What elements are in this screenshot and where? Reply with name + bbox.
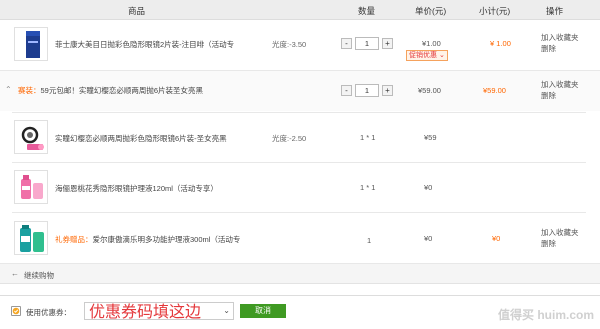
collapse-icon[interactable]: ⌃ — [5, 85, 12, 94]
row-operations: 加入收藏夹 删除 — [541, 32, 579, 54]
bundle-operations: 加入收藏夹 删除 — [541, 79, 579, 101]
promo-dropdown[interactable]: 促销优惠 ⌄ — [406, 50, 448, 61]
add-to-favorites-link[interactable]: 加入收藏夹 — [541, 227, 579, 238]
item-price: ¥59 — [424, 133, 437, 142]
header-goods: 商品 — [128, 6, 146, 16]
gift-row: 礼券赠品：爱尔康傲滴乐明多功能护理液300ml（活动专 1 ¥0 ¥0 加入收藏… — [0, 213, 600, 263]
product-name[interactable]: 菲士康大美目日抛彩色隐形眼镜2片装-注目啡（活动专 — [55, 39, 234, 50]
bundle-tag: 赛装： — [18, 86, 41, 95]
delete-link[interactable]: 删除 — [541, 43, 579, 54]
gift-name[interactable]: 礼券赠品：爱尔康傲滴乐明多功能护理液300ml（活动专 — [55, 234, 240, 245]
solution-bottle-icon — [20, 225, 44, 252]
arrow-left-icon: ← — [11, 269, 19, 278]
gift-quantity: 1 — [367, 236, 372, 245]
add-to-favorites-link[interactable]: 加入收藏夹 — [541, 32, 579, 43]
gift-subtotal: ¥0 — [492, 234, 501, 243]
delete-link[interactable]: 删除 — [541, 238, 579, 249]
header-quantity: 数量 — [358, 6, 376, 16]
unit-price: ¥1.00 — [422, 39, 441, 48]
gift-operations: 加入收藏夹 删除 — [541, 227, 579, 249]
item-quantity: 1 * 1 — [360, 183, 376, 192]
quantity-input[interactable]: 1 — [355, 37, 379, 50]
coupon-label: 使用优惠券： — [26, 308, 71, 317]
bundle-item-row: 实瞳幻樱恋必顺两周抛彩色隐形眼镜6片装-圣女亮黑 光度:-2.50 1 * 1 … — [0, 113, 600, 161]
promo-label: 促销优惠 — [409, 52, 437, 59]
coupon-bar: 使用优惠券： 优惠券码填这边 ⌄ 取消 值得买 huim.com — [0, 295, 600, 329]
chevron-down-icon: ⌄ — [438, 52, 445, 59]
product-spec: 光度:-2.50 — [272, 134, 307, 143]
solution-bottle-icon — [21, 175, 43, 199]
lens-box-icon — [26, 31, 40, 58]
footer-bar: ← 继续购物 — [0, 264, 600, 284]
product-thumbnail[interactable] — [14, 27, 48, 61]
quantity-input[interactable]: 1 — [355, 84, 379, 97]
chevron-down-icon: ⌄ — [223, 306, 230, 315]
coupon-checkbox[interactable] — [11, 306, 21, 316]
table-header: 商品 数量 单价(元) 小计(元) 操作 — [0, 0, 600, 20]
cart-row: 菲士康大美目日抛彩色隐形眼镜2片装-注目啡（活动专 光度:-3.50 - 1 +… — [0, 21, 600, 69]
product-thumbnail[interactable] — [14, 120, 48, 154]
item-price: ¥0 — [424, 183, 433, 192]
increase-button[interactable]: + — [382, 85, 393, 96]
coupon-cancel-button[interactable]: 取消 — [240, 304, 286, 318]
bundle-unit-price: ¥59.00 — [418, 86, 441, 95]
subtotal: ¥ 1.00 — [490, 39, 511, 48]
product-thumbnail[interactable] — [14, 170, 48, 204]
product-name[interactable]: 实瞳幻樱恋必顺两周抛彩色隐形眼镜6片装-圣女亮黑 — [55, 133, 227, 144]
continue-shopping-link[interactable]: 继续购物 — [24, 270, 54, 281]
delete-link[interactable]: 删除 — [541, 90, 579, 101]
gift-price: ¥0 — [424, 234, 433, 243]
product-spec: 光度:-3.50 — [272, 40, 307, 49]
watermark-logo: 值得买 huim.com — [498, 308, 595, 322]
bundle-row: ⌃ 赛装：59元包邮！实瞳幻樱恋必顺两周抛6片装圣女亮黑 - 1 + ¥59.0… — [0, 71, 600, 111]
header-operation: 操作 — [546, 6, 564, 16]
decrease-button[interactable]: - — [341, 85, 352, 96]
bundle-item-row: 海俪恩桃花秀隐形眼镜护理液120ml（活动专享） 1 * 1 ¥0 — [0, 163, 600, 211]
product-name[interactable]: 海俪恩桃花秀隐形眼镜护理液120ml（活动专享） — [55, 183, 218, 194]
bundle-subtotal: ¥59.00 — [483, 86, 506, 95]
increase-button[interactable]: + — [382, 38, 393, 49]
decrease-button[interactable]: - — [341, 38, 352, 49]
header-unit-price: 单价(元) — [415, 6, 447, 16]
header-subtotal: 小计(元) — [479, 6, 511, 16]
check-icon — [12, 307, 20, 315]
item-quantity: 1 * 1 — [360, 133, 376, 142]
add-to-favorites-link[interactable]: 加入收藏夹 — [541, 79, 579, 90]
product-thumbnail[interactable] — [14, 221, 48, 255]
coupon-select[interactable]: 优惠券码填这边 ⌄ — [84, 302, 234, 321]
gift-tag: 礼券赠品： — [55, 235, 93, 244]
lens-product-icon — [21, 126, 44, 150]
bundle-title[interactable]: 赛装：59元包邮！实瞳幻樱恋必顺两周抛6片装圣女亮黑 — [18, 85, 203, 96]
coupon-hint: 优惠券码填这边 — [89, 302, 202, 321]
